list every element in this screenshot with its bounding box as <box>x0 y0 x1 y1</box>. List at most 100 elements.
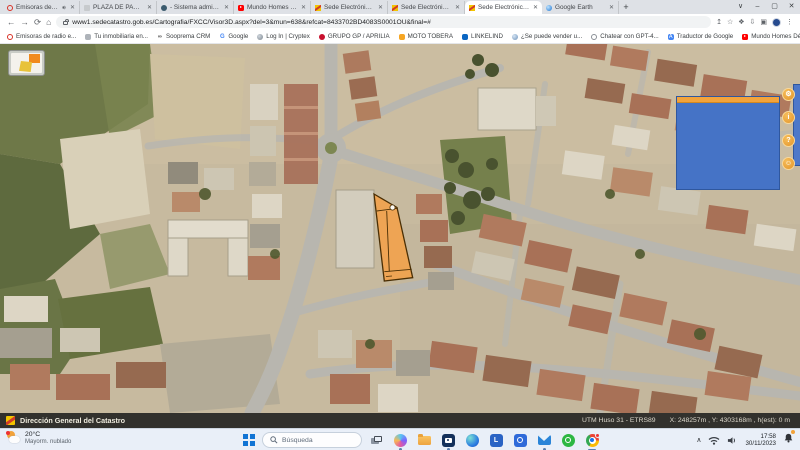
magnifier-icon <box>591 34 597 40</box>
tab-sede-catastro-active[interactable]: Sede Electrónica del Cata... ✕ <box>465 1 542 14</box>
bookmark-mundo-homes[interactable]: Mundo Homes Dén... <box>742 33 800 40</box>
home-button[interactable]: ⌂ <box>46 18 51 27</box>
chrome-app-icon[interactable] <box>584 432 600 448</box>
tab-close-icon[interactable]: ✕ <box>455 5 460 11</box>
mail-app-icon[interactable] <box>536 432 552 448</box>
bookmark-emisoras[interactable]: Emisoras de radio e... <box>7 33 76 40</box>
tab-close-icon[interactable]: ✕ <box>301 5 306 11</box>
bookmark-moto-tobera[interactable]: MOTO TOBERA <box>399 33 453 40</box>
tab-strip: Emisoras de radio e... ✕ PLAZA DE PARKIN… <box>0 0 800 14</box>
viewer-info-button[interactable]: i <box>782 111 795 124</box>
tab-emisoras[interactable]: Emisoras de radio e... ✕ <box>3 1 80 14</box>
bookmark-label: GRUPO GP / APRILIA <box>328 33 390 40</box>
tab-plaza-parking[interactable]: PLAZA DE PARKING EN F... ✕ <box>80 1 157 14</box>
bookmark-label: Sooprema CRM <box>166 33 210 40</box>
blue-square-icon <box>462 34 468 40</box>
maximize-button[interactable]: ▢ <box>766 0 783 14</box>
camera-app-icon[interactable] <box>440 432 456 448</box>
share-icon[interactable]: ↥ <box>716 19 722 26</box>
weather-widget[interactable]: 20°C Mayorm. nublado <box>6 431 71 446</box>
extensions-icon[interactable]: ❖ <box>738 19 744 26</box>
copilot-app-icon[interactable] <box>392 432 408 448</box>
tab-close-icon[interactable]: ✕ <box>378 5 383 11</box>
forward-button[interactable]: → <box>21 18 30 27</box>
weather-temperature: 20°C <box>25 431 71 439</box>
sphere-icon <box>257 34 263 40</box>
tab-title: Emisoras de radio e... <box>16 4 59 11</box>
bookmark-star-icon[interactable]: ☆ <box>727 19 733 26</box>
bookmark-sooprema[interactable]: ∞Sooprema CRM <box>157 33 210 40</box>
bookmark-inmobiliaria[interactable]: Tu inmobiliaria en... <box>85 33 148 40</box>
tab-sede-catastro-1[interactable]: Sede Electrónica del Cata... ✕ <box>311 1 388 14</box>
youtube-favicon <box>238 5 244 11</box>
url-text[interactable]: www1.sedecatastro.gob.es/Cartografia/FXC… <box>72 19 431 26</box>
infinity-icon: ∞ <box>157 34 163 40</box>
bookmark-grupo-gp[interactable]: GRUPO GP / APRILIA <box>319 33 390 40</box>
browser-menu-icon[interactable]: ⋮ <box>786 19 793 26</box>
bookmark-label: ¿Se puede vender u... <box>521 33 582 40</box>
taskbar-search[interactable]: Búsqueda <box>262 432 362 448</box>
panel-header-bar[interactable] <box>677 97 779 103</box>
bookmark-chatear-gpt[interactable]: Chatear con GPT-4... <box>591 33 658 40</box>
tab-sede-catastro-2[interactable]: Sede Electrónica del Cata... ✕ <box>388 1 465 14</box>
tab-close-icon[interactable]: ✕ <box>224 5 229 11</box>
taskbar-clock[interactable]: 17:58 30/11/2023 <box>745 433 776 448</box>
bookmark-label: MOTO TOBERA <box>408 33 453 40</box>
reload-button[interactable]: ⟳ <box>34 18 41 27</box>
file-explorer-icon[interactable] <box>416 432 432 448</box>
viewer-info-panel[interactable] <box>676 96 780 190</box>
tab-close-icon[interactable]: ✕ <box>147 5 152 11</box>
radio-icon <box>7 34 13 40</box>
tab-sistema-administrativo[interactable]: - Sistema administrativo ✕ <box>157 1 234 14</box>
system-tray: ∧ 17:58 30/11/2023 <box>696 429 800 450</box>
tab-close-icon[interactable]: ✕ <box>609 5 614 11</box>
teams-app-icon[interactable] <box>512 432 528 448</box>
cloud-icon <box>9 436 20 443</box>
tab-audio-icon[interactable] <box>62 5 67 10</box>
linkedin-app-icon[interactable]: L <box>488 432 504 448</box>
reading-list-icon[interactable]: ▣ <box>760 19 767 26</box>
tab-close-icon[interactable]: ✕ <box>533 5 538 11</box>
tray-chevron-icon[interactable]: ∧ <box>696 436 701 444</box>
volume-icon[interactable] <box>727 436 738 445</box>
bookmark-se-puede-vender[interactable]: ¿Se puede vender u... <box>512 33 582 40</box>
bookmark-cryptex[interactable]: Log In | Cryptex <box>257 33 310 40</box>
bookmark-traductor[interactable]: ATraductor de Google <box>668 33 734 40</box>
tab-title: Sede Electrónica del Cata... <box>401 4 452 11</box>
tab-google-earth[interactable]: Google Earth ✕ <box>542 1 619 14</box>
cadastre-map-viewport[interactable]: ⚙ i ? ☺ <box>0 44 800 413</box>
download-icon[interactable]: ⇩ <box>750 19 756 26</box>
tab-close-icon[interactable]: ✕ <box>70 5 75 11</box>
minimize-button[interactable]: – <box>749 0 766 14</box>
fxcc-layers-widget[interactable] <box>8 50 45 76</box>
viewer-help-button[interactable]: ? <box>782 134 795 147</box>
bookmark-linkelind[interactable]: LINKELIND <box>462 33 503 40</box>
close-window-button[interactable]: ✕ <box>783 0 800 14</box>
tab-mundo-homes[interactable]: Mundo Homes Dénia - Y... ✕ <box>234 1 311 14</box>
fxcc-yellow-parcel <box>19 61 32 72</box>
address-bar[interactable]: www1.sedecatastro.gob.es/Cartografia/FXC… <box>56 16 711 28</box>
whatsapp-app-icon[interactable] <box>560 432 576 448</box>
edge-browser-icon[interactable] <box>464 432 480 448</box>
task-view-button[interactable] <box>368 432 384 448</box>
catastro-favicon <box>469 5 475 11</box>
viewer-settings-button[interactable]: ⚙ <box>782 88 795 101</box>
bookmark-label: Traductor de Google <box>677 33 734 40</box>
bookmark-google[interactable]: GGoogle <box>219 33 248 40</box>
viewer-feedback-button[interactable]: ☺ <box>782 157 795 170</box>
windows-taskbar: 20°C Mayorm. nublado Búsqueda L ∧ 17:58 … <box>0 428 800 450</box>
tab-title: Mundo Homes Dénia - Y... <box>247 4 298 11</box>
coordinate-readout: UTM Huso 31 - ETRS89 X: 248257m , Y: 430… <box>582 417 794 424</box>
google-g-icon: G <box>219 34 225 40</box>
notification-bell-icon[interactable] <box>783 431 794 449</box>
start-button[interactable] <box>243 434 255 446</box>
profile-avatar[interactable] <box>772 18 781 27</box>
new-tab-button[interactable]: + <box>619 1 633 14</box>
wifi-icon[interactable] <box>708 436 720 445</box>
lock-icon[interactable] <box>63 21 68 25</box>
back-button[interactable]: ← <box>7 18 16 27</box>
fxcc-orange-block <box>29 54 40 63</box>
utm-coordinates: X: 248257m , Y: 4303168m , h(est): 0 m <box>670 417 790 424</box>
catastro-favicon <box>392 5 398 11</box>
tab-search-chevron-icon[interactable]: ∨ <box>732 0 749 14</box>
